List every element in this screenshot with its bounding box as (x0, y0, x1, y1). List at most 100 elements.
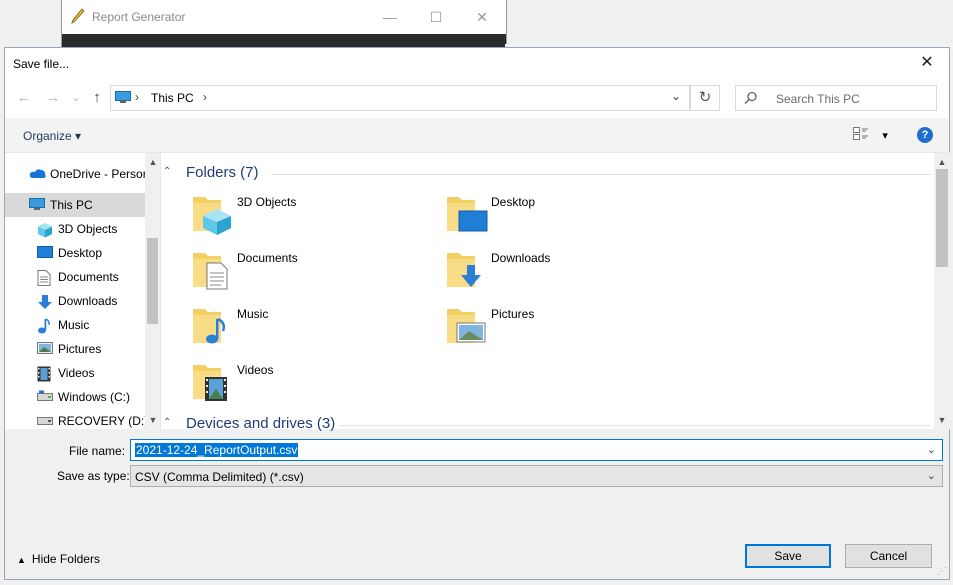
file-name-dropdown-icon[interactable]: ⌄ (927, 443, 936, 456)
sidebar-item-label: Documents (58, 270, 119, 284)
search-box[interactable]: Search This PC (735, 85, 937, 111)
change-view-button[interactable]: ▾ (853, 127, 888, 144)
scroll-down-arrow[interactable]: ▼ (934, 413, 950, 427)
save-button[interactable]: Save (745, 544, 831, 568)
sidebar-item-label: Desktop (58, 246, 103, 260)
breadcrumb-separator[interactable]: › (203, 90, 207, 104)
dialog-close-button[interactable]: ✕ (905, 48, 949, 78)
folder-videos[interactable]: Videos (191, 359, 441, 409)
hide-folders-button[interactable]: ▲ Hide Folders (17, 552, 100, 566)
save-file-dialog: Save file... ✕ ← → ⌄ ↑ › This PC › ⌄ ↻ S… (4, 47, 950, 580)
cloud-icon (29, 167, 46, 181)
save-type-label: Save as type: (57, 469, 130, 483)
collapse-chevron-icon[interactable]: ⌃ (163, 417, 171, 428)
save-type-select[interactable]: CSV (Comma Delimited) (*.csv) ⌄ (130, 465, 943, 487)
folder-3d-objects[interactable]: 3D Objects (191, 191, 441, 241)
resize-grip-icon[interactable]: ⋰ (937, 566, 947, 577)
sidebar-item-downloads[interactable]: Downloads (5, 289, 145, 313)
folder-label: Desktop (491, 195, 536, 209)
scrollbar-thumb[interactable] (147, 238, 158, 324)
file-name-value[interactable]: 2021-12-24_ReportOutput.csv (135, 443, 299, 457)
dialog-titlebar: Save file... ✕ (5, 48, 949, 78)
breadcrumb-separator[interactable]: › (135, 90, 139, 104)
navigation-scrollbar[interactable]: ▲ ▼ (145, 153, 160, 429)
devices-group-header[interactable]: Devices and drives (3) (186, 415, 335, 432)
cube-icon (37, 222, 53, 238)
sidebar-item-documents[interactable]: Documents (5, 265, 145, 289)
view-dropdown-arrow[interactable]: ▾ (882, 130, 888, 142)
computer-icon (115, 91, 131, 103)
group-divider (271, 174, 931, 175)
back-button[interactable]: ← (13, 87, 35, 109)
pictures-icon (37, 342, 53, 356)
sidebar-item-label: Videos (58, 366, 95, 380)
folder-videos-icon (191, 359, 235, 403)
sidebar-item-music[interactable]: Music (5, 313, 145, 337)
download-icon (37, 294, 53, 309)
refresh-button[interactable]: ↻ (690, 85, 720, 111)
help-button[interactable]: ? (917, 127, 933, 143)
sidebar-item-pictures[interactable]: Pictures (5, 337, 145, 361)
sidebar-item-videos[interactable]: Videos (5, 361, 145, 385)
folder-music-icon (191, 303, 235, 347)
command-toolbar: Organize ▾ ▾ ? (5, 118, 949, 152)
scrollbar-thumb[interactable] (936, 169, 948, 267)
search-icon (744, 91, 758, 108)
sidebar-item-desktop[interactable]: Desktop (5, 241, 145, 265)
minimize-button[interactable]: — (367, 0, 413, 34)
navigation-pane: OneDrive - Persor This PC 3D Objects Des… (5, 152, 160, 429)
close-button[interactable]: ✕ (459, 0, 505, 34)
sidebar-item-label: OneDrive - Persor (50, 167, 147, 181)
group-divider (339, 425, 931, 426)
sidebar-item-label: Pictures (58, 342, 102, 356)
sidebar-item-recovery-d[interactable]: RECOVERY (D:) (5, 409, 149, 433)
recent-locations-button[interactable]: ⌄ (65, 87, 87, 109)
folder-music[interactable]: Music (191, 303, 441, 353)
file-list-area: ⌃ Folders (7) 3D Objects Desktop Documen… (160, 152, 950, 432)
save-type-value: CSV (Comma Delimited) (*.csv) (135, 470, 304, 484)
folder-downloads[interactable]: Downloads (445, 247, 695, 297)
file-name-input[interactable]: 2021-12-24_ReportOutput.csv ⌄ (130, 439, 943, 461)
navigation-bar: ← → ⌄ ↑ › This PC › ⌄ ↻ Search This PC (5, 78, 949, 118)
cancel-button[interactable]: Cancel (845, 544, 932, 568)
sidebar-item-windows-c[interactable]: Windows (C:) (5, 385, 145, 409)
sidebar-item-label: RECOVERY (D:) (58, 414, 149, 428)
folder-label: Pictures (491, 307, 535, 321)
up-button[interactable]: ↑ (86, 87, 108, 109)
folder-pictures[interactable]: Pictures (445, 303, 695, 353)
folder-documents-icon (191, 247, 235, 291)
forward-button[interactable]: → (42, 87, 64, 109)
save-type-dropdown-icon[interactable]: ⌄ (927, 469, 936, 482)
background-app-title: Report Generator (92, 10, 186, 24)
video-icon (37, 366, 53, 382)
folder-label: Music (237, 307, 269, 321)
sidebar-item-this-pc[interactable]: This PC (5, 193, 145, 217)
maximize-button[interactable]: ☐ (413, 0, 459, 34)
pencil-icon (71, 8, 85, 27)
background-app-window: Report Generator — ☐ ✕ (61, 0, 507, 51)
sidebar-item-label: This PC (50, 198, 93, 212)
computer-icon (29, 198, 45, 212)
scroll-down-arrow[interactable]: ▼ (145, 413, 161, 427)
folder-documents[interactable]: Documents (191, 247, 441, 297)
organize-button[interactable]: Organize ▾ (23, 129, 81, 143)
address-bar[interactable]: › This PC › ⌄ (110, 85, 690, 111)
folders-group-header[interactable]: Folders (7) (186, 164, 259, 181)
address-dropdown-button[interactable]: ⌄ (671, 89, 681, 103)
sidebar-item-label: Music (58, 318, 90, 332)
sidebar-item-label: Windows (C:) (58, 390, 131, 404)
breadcrumb-this-pc[interactable]: This PC (151, 91, 194, 105)
scroll-up-arrow[interactable]: ▲ (934, 155, 950, 169)
folder-desktop-icon (445, 191, 489, 235)
folder-label: Documents (237, 251, 298, 265)
scroll-up-arrow[interactable]: ▲ (145, 155, 161, 169)
drive-icon (37, 390, 53, 404)
folder-3d-objects-icon (191, 191, 235, 235)
sidebar-item-onedrive[interactable]: OneDrive - Persor (5, 162, 147, 186)
sidebar-item-3d-objects[interactable]: 3D Objects (5, 217, 145, 241)
content-scrollbar[interactable]: ▲ ▼ (934, 153, 950, 429)
folder-desktop[interactable]: Desktop (445, 191, 695, 241)
collapse-chevron-icon[interactable]: ⌃ (163, 166, 171, 177)
music-icon (37, 318, 53, 334)
search-placeholder: Search This PC (776, 92, 860, 106)
